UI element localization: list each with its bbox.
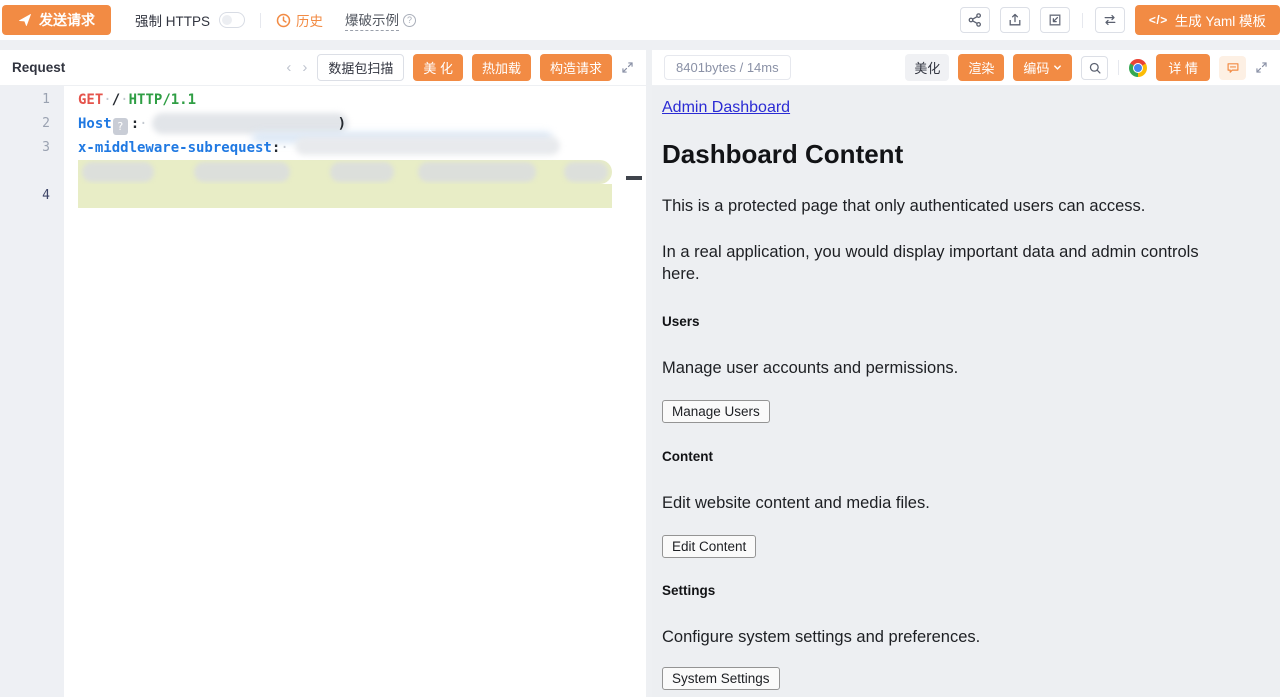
response-header-actions: 美化 渲染 编码 详 情 (905, 54, 1268, 81)
header-key-token: x-middleware-subrequest (78, 140, 272, 156)
path-token: / (112, 92, 120, 108)
force-https-toggle[interactable] (219, 12, 245, 28)
edit-content-button[interactable]: Edit Content (662, 535, 756, 558)
import-button[interactable] (1040, 7, 1070, 33)
request-panel: Request ‹ › 数据包扫描 美 化 热加载 构造请求 1 2 3 4 (0, 50, 646, 697)
section-title-settings: Settings (662, 583, 1270, 598)
section-title-content: Content (662, 449, 1270, 464)
encode-dropdown[interactable]: 编码 (1013, 54, 1072, 81)
force-https-label: 强制 HTTPS (135, 10, 210, 30)
line-number: 1 (42, 88, 50, 112)
top-toolbar: 发送请求 强制 HTTPS 历史 爆破示例 ? </> 生成 Yaml 模板 (0, 0, 1280, 40)
packet-scan-button[interactable]: 数据包扫描 (317, 54, 404, 81)
request-editor[interactable]: 1 2 3 4 GET·/·HTTP/1.1 Host?:·) x-middle… (0, 86, 646, 697)
send-request-label: 发送请求 (39, 10, 95, 30)
manage-users-button[interactable]: Manage Users (662, 400, 770, 423)
history-next-button[interactable]: › (301, 60, 308, 75)
line-number: 2 (42, 112, 50, 136)
fullscreen-icon[interactable] (1255, 61, 1268, 74)
details-button[interactable]: 详 情 (1156, 54, 1210, 81)
chevron-down-icon (1053, 63, 1062, 72)
clock-icon (276, 13, 291, 28)
selection-highlight (78, 160, 612, 184)
header-key-token: Host (78, 116, 112, 132)
paren-token: ) (338, 116, 346, 132)
response-panel: 8401bytes / 14ms 美化 渲染 编码 详 情 Admin Dash… (652, 50, 1280, 697)
send-request-button[interactable]: 发送请求 (2, 5, 111, 35)
whitespace-dot: · (139, 116, 147, 132)
redacted-blur (82, 162, 154, 182)
blast-example-link[interactable]: 爆破示例 ? (345, 9, 416, 31)
divider (1082, 13, 1083, 28)
hot-reload-button[interactable]: 热加载 (472, 54, 531, 81)
redacted-blur (194, 162, 290, 182)
feedback-button[interactable] (1219, 56, 1246, 80)
rendered-response-page: Admin Dashboard Dashboard Content This i… (652, 86, 1280, 697)
whitespace-dot: · (280, 140, 288, 156)
header-hint-icon[interactable]: ? (113, 118, 128, 135)
request-panel-header: Request ‹ › 数据包扫描 美 化 热加载 构造请求 (0, 50, 646, 86)
import-icon (1047, 12, 1063, 28)
history-label: 历史 (296, 10, 323, 30)
response-stats-badge: 8401bytes / 14ms (664, 55, 791, 80)
response-panel-header: 8401bytes / 14ms 美化 渲染 编码 详 情 (652, 50, 1280, 86)
comment-icon (1226, 61, 1240, 75)
search-icon (1088, 61, 1102, 75)
divider (260, 13, 261, 28)
send-icon (18, 13, 32, 27)
divider (1118, 60, 1119, 75)
whitespace-dot: · (103, 92, 111, 108)
generate-yaml-label: 生成 Yaml 模板 (1175, 10, 1266, 30)
open-in-chrome-icon[interactable] (1129, 59, 1147, 77)
line-number: 4 (42, 184, 50, 208)
admin-dashboard-link[interactable]: Admin Dashboard (662, 99, 790, 117)
whitespace-dot: · (120, 92, 128, 108)
blast-example-label: 爆破示例 (345, 9, 399, 31)
overview-ruler-marker (626, 176, 642, 180)
topbar-right-group: </> 生成 Yaml 模板 (960, 5, 1280, 35)
http-version-token: HTTP/1.1 (129, 92, 196, 108)
history-prev-button[interactable]: ‹ (285, 60, 292, 75)
section-title-users: Users (662, 314, 1270, 329)
redacted-blur (295, 137, 560, 155)
section-desc-content: Edit website content and media files. (662, 493, 1237, 515)
export-icon (1007, 12, 1023, 28)
intro-paragraph: In a real application, you would display… (662, 242, 1237, 286)
line-number-gutter: 1 2 3 4 (0, 86, 64, 697)
http-method-token: GET (78, 92, 103, 108)
code-line-2: Host?:·) (78, 112, 346, 136)
code-line-1: GET·/·HTTP/1.1 (78, 88, 196, 112)
share-button[interactable] (960, 7, 990, 33)
intro-paragraph: This is a protected page that only authe… (662, 196, 1237, 218)
redacted-blur (330, 162, 394, 182)
code-line-3: x-middleware-subrequest:· (78, 136, 289, 160)
swap-arrows-icon (1102, 12, 1118, 28)
help-icon: ? (403, 14, 416, 27)
code-tag-icon: </> (1149, 13, 1168, 27)
beautify-request-button[interactable]: 美 化 (413, 54, 463, 81)
render-button[interactable]: 渲染 (958, 54, 1004, 81)
selection-highlight (78, 184, 612, 208)
page-title: Dashboard Content (662, 139, 1270, 170)
line-number: 3 (42, 136, 50, 160)
section-desc-settings: Configure system settings and preference… (662, 627, 1237, 649)
share-icon (967, 12, 983, 28)
redacted-blur (418, 162, 536, 182)
section-desc-users: Manage user accounts and permissions. (662, 358, 1237, 380)
request-header-actions: ‹ › 数据包扫描 美 化 热加载 构造请求 (285, 54, 634, 81)
request-panel-title: Request (12, 60, 65, 75)
beautify-response-button[interactable]: 美化 (905, 54, 949, 81)
construct-request-button[interactable]: 构造请求 (540, 54, 612, 81)
swap-button[interactable] (1095, 7, 1125, 33)
encode-label: 编码 (1023, 58, 1049, 77)
export-button[interactable] (1000, 7, 1030, 33)
generate-yaml-button[interactable]: </> 生成 Yaml 模板 (1135, 5, 1280, 35)
colon-token: : (131, 116, 139, 132)
system-settings-button[interactable]: System Settings (662, 667, 780, 690)
fullscreen-icon[interactable] (621, 61, 634, 74)
force-https-group: 强制 HTTPS (135, 10, 245, 30)
redacted-blur (564, 162, 608, 182)
history-button[interactable]: 历史 (276, 10, 323, 30)
search-button[interactable] (1081, 56, 1108, 80)
